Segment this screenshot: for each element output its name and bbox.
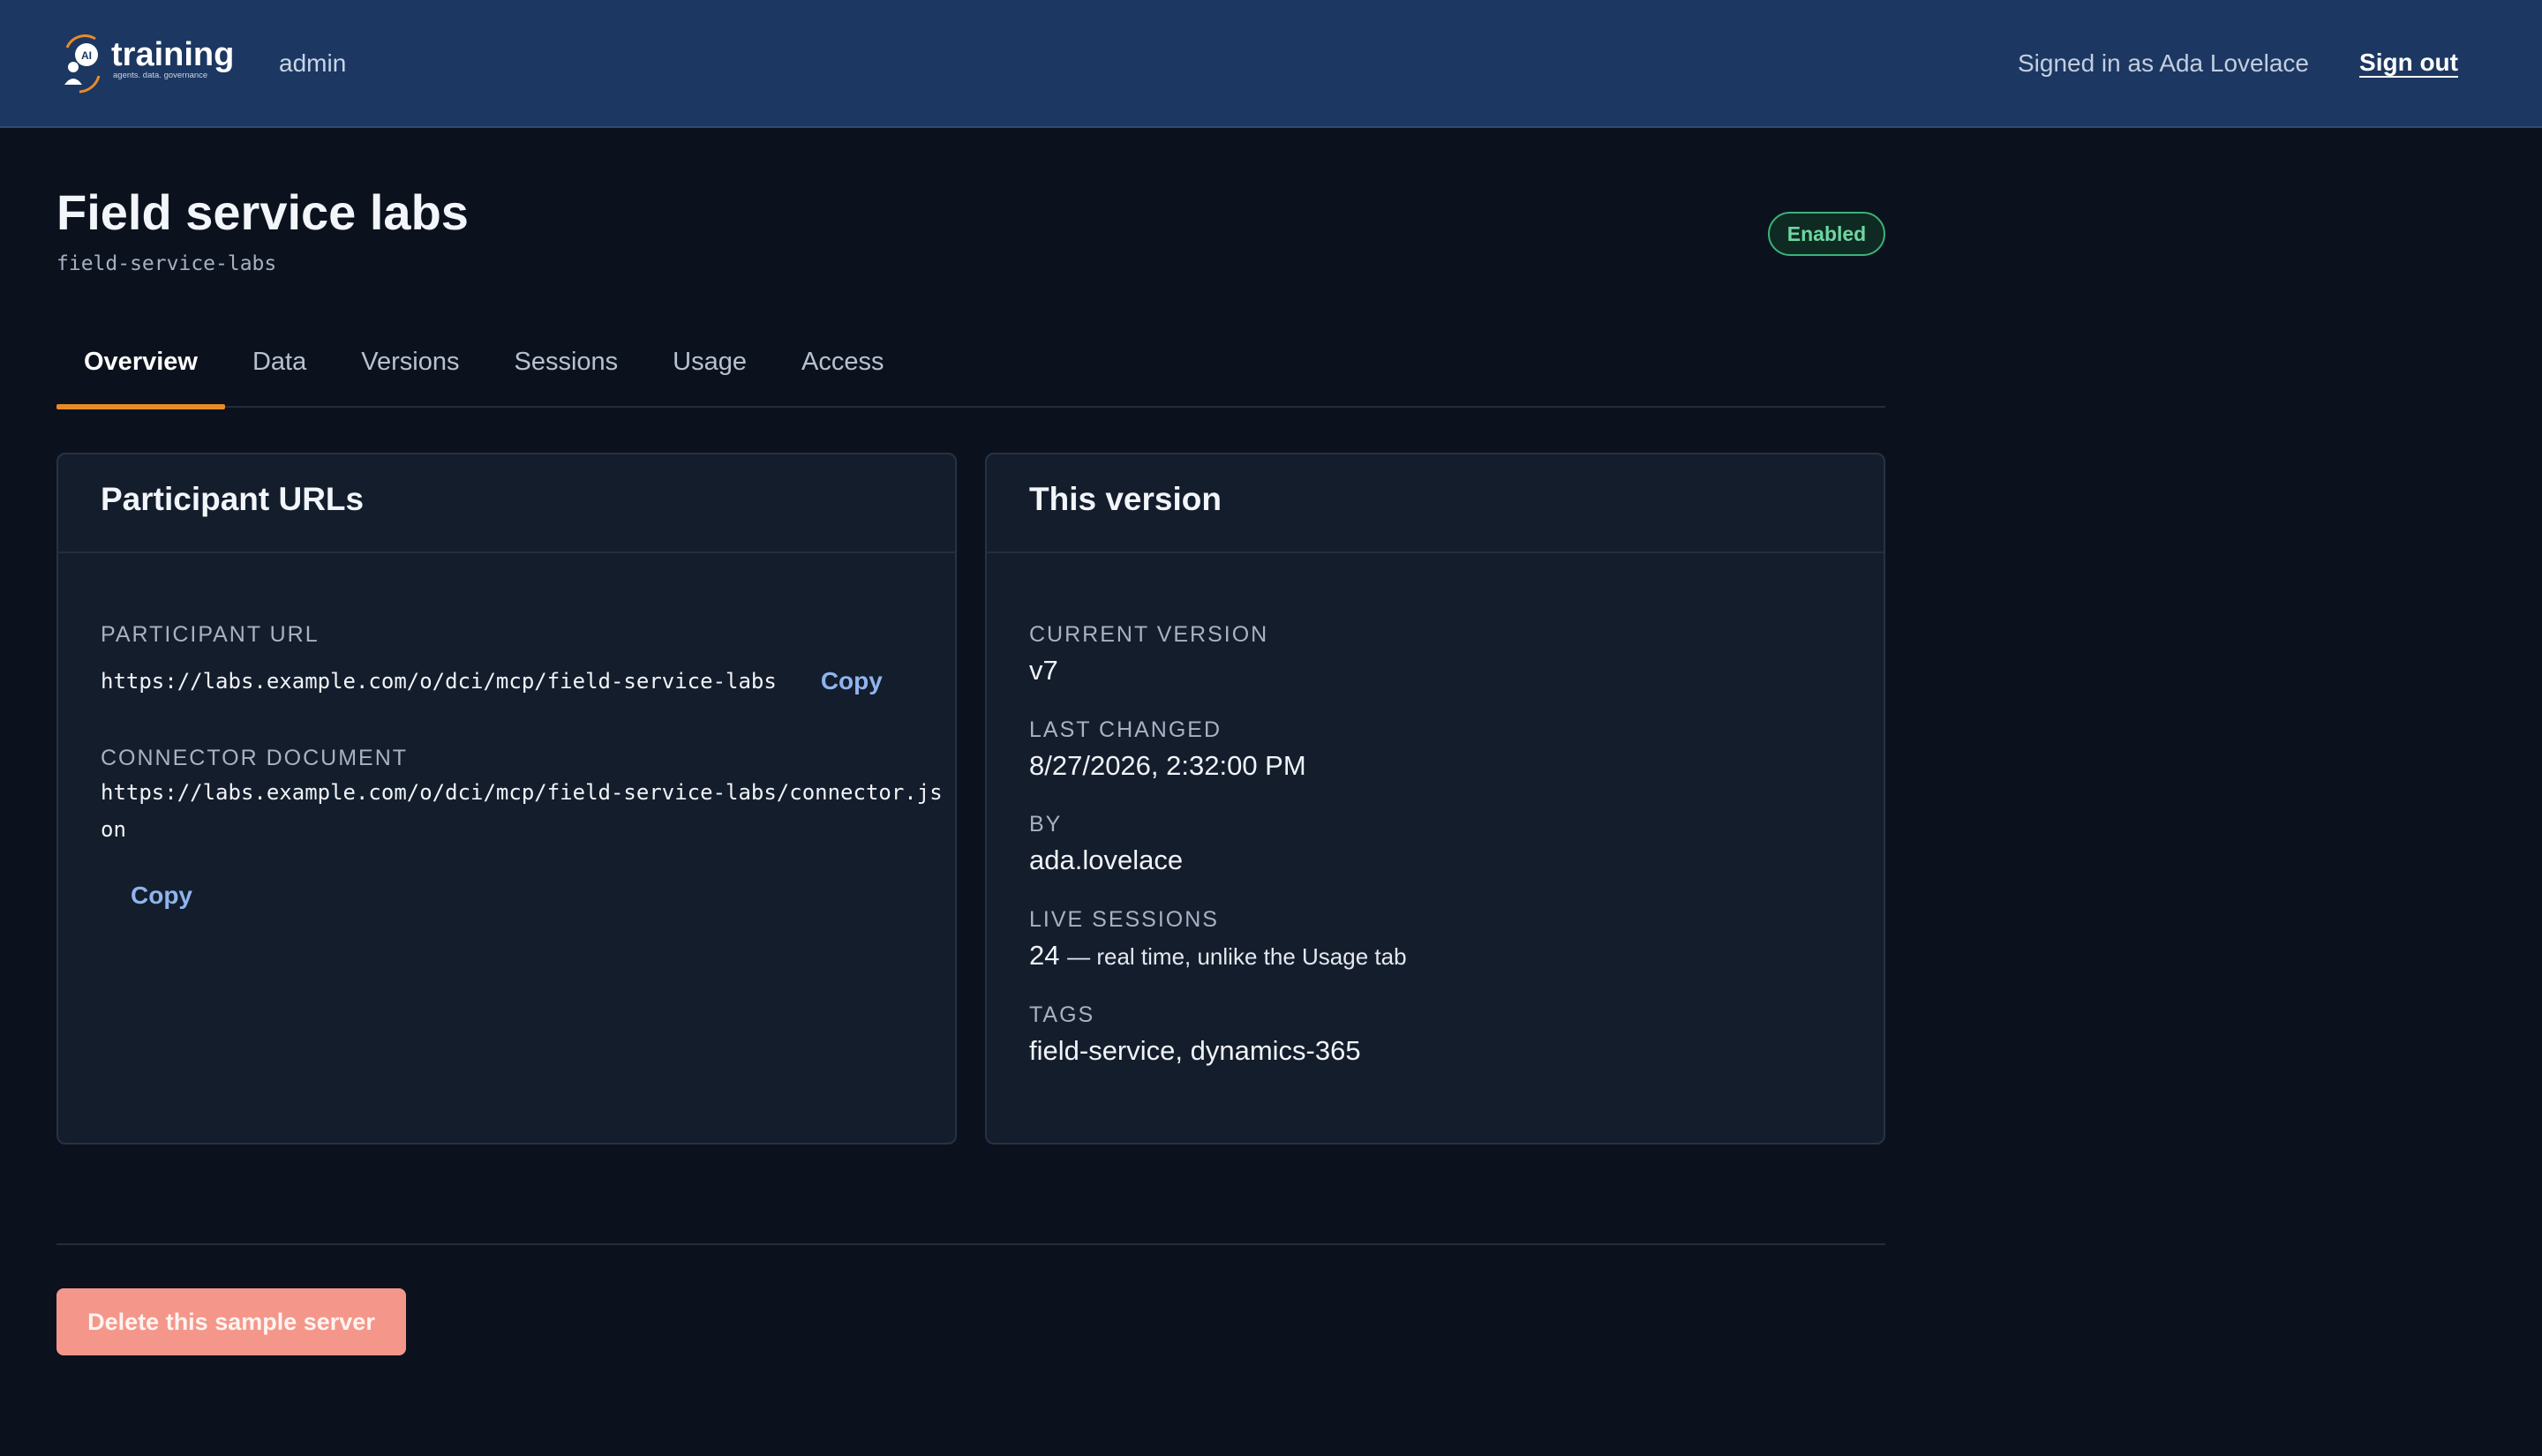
card-title: Participant URLs [101,481,365,517]
by-value: ada.lovelace [1029,844,1184,875]
tab-versions[interactable]: Versions [334,326,486,408]
last-changed-label: LAST CHANGED [1029,717,1222,742]
connector-url-line: https://labs.example.com/o/dci/mcp/field… [101,780,943,805]
top-navigation-bar: AI training agents. data. governance adm… [0,0,2542,128]
tags-field: TAGS field-service, dynamics-365 [1029,1002,1361,1067]
server-slug: field-service-labs [56,252,277,275]
tab-usage[interactable]: Usage [645,326,774,408]
tab-overview[interactable]: Overview [56,326,225,409]
copy-connector-url-button[interactable]: Copy [131,882,192,909]
training-logo[interactable]: AI training agents. data. governance [60,34,252,94]
section-divider [56,1243,1885,1245]
section-label: admin [279,49,347,77]
card-header: This version [987,454,1884,553]
tags-value: field-service, dynamics-365 [1029,1035,1361,1066]
tab-access[interactable]: Access [774,326,911,408]
by-label: BY [1029,812,1063,837]
delete-server-button[interactable]: Delete this sample server [56,1288,406,1355]
participant-url-row: https://labs.example.com/o/dci/mcp/field… [101,663,883,700]
card-header: Participant URLs [58,454,955,553]
participant-url-group: PARTICIPANT URL [101,622,320,648]
tab-data[interactable]: Data [225,326,334,408]
svg-text:training: training [111,36,234,73]
current-version-label: CURRENT VERSION [1029,622,1269,647]
connector-url-line: on [101,817,126,842]
connector-url-block[interactable]: https://labs.example.com/o/dci/mcp/field… [101,774,943,848]
svg-text:AI: AI [81,49,92,62]
live-sessions-count: 24 [1029,940,1060,971]
copy-connector-wrap: Copy [131,882,192,910]
last-changed-field: LAST CHANGED 8/27/2026, 2:32:00 PM [1029,717,1306,782]
card-title: This version [1029,481,1222,517]
status-badge: Enabled [1768,212,1885,256]
participant-urls-card: Participant URLs PARTICIPANT URL https:/… [56,453,957,1145]
page-title: Field service labs [56,184,469,240]
live-sessions-value: 24 — real time, unlike the Usage tab [1029,940,1407,972]
svg-text:agents. data. governance: agents. data. governance [113,71,207,80]
signed-in-text: Signed in as Ada Lovelace [2017,49,2309,77]
live-sessions-label: LIVE SESSIONS [1029,907,1219,932]
participant-url-label: PARTICIPANT URL [101,622,320,647]
tab-bar: Overview Data Versions Sessions Usage Ac… [56,326,1885,409]
copy-participant-url-button[interactable]: Copy [821,667,883,695]
connector-document-group: CONNECTOR DOCUMENT [101,746,408,771]
sign-out-link[interactable]: Sign out [2359,49,2458,77]
current-version-field: CURRENT VERSION v7 [1029,622,1268,687]
tab-sessions[interactable]: Sessions [486,326,645,408]
live-sessions-note: — real time, unlike the Usage tab [1067,943,1407,970]
last-changed-value: 8/27/2026, 2:32:00 PM [1029,750,1306,781]
participant-url-value[interactable]: https://labs.example.com/o/dci/mcp/field… [101,663,777,700]
connector-document-label: CONNECTOR DOCUMENT [101,746,409,770]
current-version-value: v7 [1029,655,1058,686]
live-sessions-field: LIVE SESSIONS 24 — real time, unlike the… [1029,907,1407,972]
this-version-card: This version CURRENT VERSION v7 LAST CHA… [985,453,1885,1145]
tags-label: TAGS [1029,1002,1095,1027]
by-field: BY ada.lovelace [1029,812,1183,876]
